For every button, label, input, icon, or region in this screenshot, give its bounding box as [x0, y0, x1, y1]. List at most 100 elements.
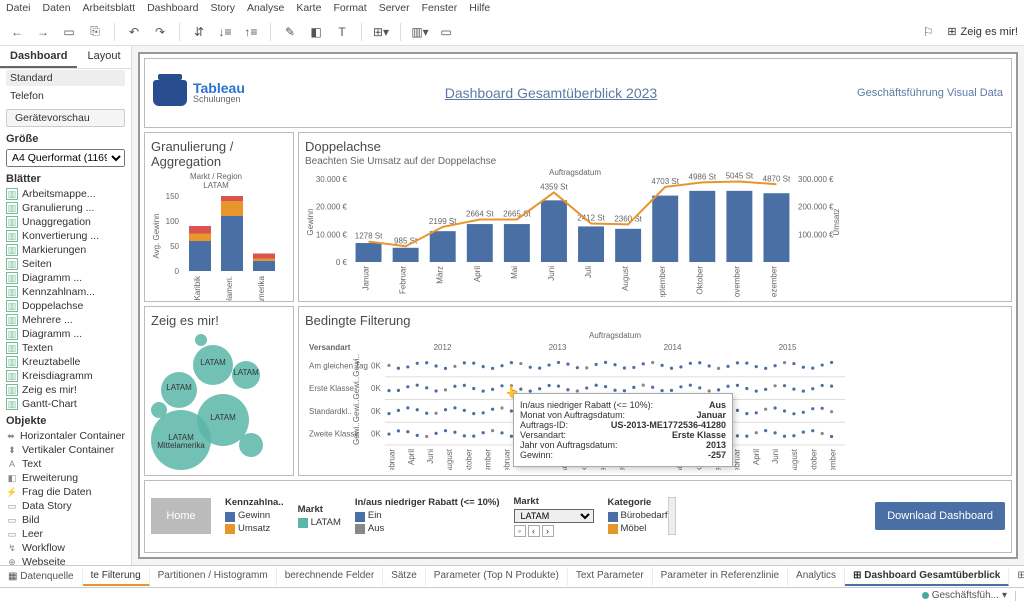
tab-dashboard[interactable]: Dashboard — [0, 46, 77, 68]
sheet-item[interactable]: ▥Texten — [0, 341, 131, 355]
markt-select[interactable]: LATAM — [514, 509, 594, 523]
sheet-tab[interactable]: ⊞ Dashboard Newelements — [1009, 567, 1024, 586]
sheet-item[interactable]: ▥Mehrere ... — [0, 313, 131, 327]
sheet-item[interactable]: ▥Kreisdiagramm — [0, 369, 131, 383]
sheet-item[interactable]: ▥Seiten — [0, 257, 131, 271]
logo-text-2: Schulungen — [193, 95, 245, 104]
object-item[interactable]: ⬍Vertikaler Container — [0, 443, 131, 457]
swap-icon[interactable]: ⇵ — [188, 21, 210, 43]
show-me-button[interactable]: ⊞ Zeig es mir! — [947, 25, 1018, 38]
doppelachse-chart[interactable]: Auftragsdatum0 €10.000 €20.000 €30.000 €… — [305, 167, 845, 297]
bubble-chart[interactable]: LATAMMittelamerikaLATAMLATAMLATAMLATAM — [151, 330, 281, 470]
guide-icon[interactable]: ⚐ — [917, 21, 939, 43]
device-preview-button[interactable]: Gerätevorschau — [6, 109, 125, 127]
menu-karte[interactable]: Karte — [296, 2, 321, 16]
tab-layout[interactable]: Layout — [77, 46, 130, 68]
size-select[interactable]: A4 Querformat (1169 x 827) — [6, 149, 125, 167]
sheet-tab[interactable]: Analytics — [788, 567, 845, 586]
sort-asc-icon[interactable]: ↓≡ — [214, 21, 236, 43]
menu-dashboard[interactable]: Dashboard — [147, 2, 198, 16]
worksheet-icon: ▥ — [6, 314, 18, 326]
sheet-item[interactable]: ▥Diagramm ... — [0, 327, 131, 341]
size-title: Größe — [0, 129, 131, 147]
worksheet-icon: ▥ — [6, 342, 18, 354]
object-icon: A — [6, 458, 18, 470]
undo-icon[interactable]: ↶ — [123, 21, 145, 43]
object-item[interactable]: ⬌Horizontaler Container — [0, 429, 131, 443]
menu-datei[interactable]: Datei — [6, 2, 31, 16]
tooltip: In/aus niedriger Rabatt (<= 10%):Aus Mon… — [513, 393, 733, 467]
sheet-item[interactable]: ▥Granulierung ... — [0, 201, 131, 215]
sheet-item[interactable]: ▥Konvertierung ... — [0, 229, 131, 243]
status-bar: Geschäftsfüh...▾ — [0, 587, 1024, 603]
svg-text:30.000 €: 30.000 € — [316, 175, 348, 184]
worksheet-icon: ▥ — [6, 202, 18, 214]
fit-icon[interactable]: ⊞▾ — [370, 21, 392, 43]
menu-story[interactable]: Story — [210, 2, 235, 16]
sheet-tab[interactable]: Sätze — [383, 567, 426, 586]
sheet-tabs: ▦ Datenquelle te FilterungPartitionen / … — [0, 565, 1024, 587]
sort-desc-icon[interactable]: ↑≡ — [240, 21, 262, 43]
download-button[interactable]: Download Dashboard — [875, 502, 1005, 530]
object-icon: ▭ — [6, 500, 18, 512]
sheet-item[interactable]: ▥Doppelachse — [0, 299, 131, 313]
forward-icon[interactable]: → — [32, 21, 54, 43]
show-cards-icon[interactable]: ▥▾ — [409, 21, 431, 43]
sheet-tab[interactable]: Parameter (Top N Produkte) — [426, 567, 568, 586]
menu-hilfe[interactable]: Hilfe — [469, 2, 490, 16]
svg-text:Mittelamerika: Mittelamerika — [157, 441, 205, 450]
menu-fenster[interactable]: Fenster — [422, 2, 458, 16]
home-button[interactable]: Home — [151, 498, 211, 534]
sheet-item[interactable]: ▥Markierungen — [0, 243, 131, 257]
toolbar: ← → ▭ ⎘ ↶ ↷ ⇵ ↓≡ ↑≡ ✎ ◧ T ⊞▾ ▥▾ ▭ ⚐ ⊞ Ze… — [0, 18, 1024, 46]
sheet-tab[interactable]: Parameter in Referenzlinie — [653, 567, 788, 586]
status-connection[interactable]: Geschäftsfüh...▾ — [922, 590, 1007, 601]
object-item[interactable]: ▭Leer — [0, 527, 131, 541]
group-icon[interactable]: ◧ — [305, 21, 327, 43]
menu-analyse[interactable]: Analyse — [247, 2, 284, 16]
text-icon[interactable]: T — [331, 21, 353, 43]
sheet-item[interactable]: ▥Kennzahlnam... — [0, 285, 131, 299]
menu-format[interactable]: Format — [333, 2, 366, 16]
menu-server[interactable]: Server — [379, 2, 410, 16]
object-item[interactable]: ⚡Frag die Daten — [0, 485, 131, 499]
object-item[interactable]: ↯Workflow — [0, 541, 131, 555]
sheet-item[interactable]: ▥Unaggregation — [0, 215, 131, 229]
device-standard[interactable]: Standard — [6, 70, 125, 86]
redo-icon[interactable]: ↷ — [149, 21, 171, 43]
presentation-icon[interactable]: ▭ — [435, 21, 457, 43]
new-datasource-icon[interactable]: ⎘ — [84, 21, 106, 43]
sheet-tab[interactable]: te Filterung — [83, 567, 150, 586]
pager[interactable]: ◦‹› — [514, 525, 594, 537]
save-icon[interactable]: ▭ — [58, 21, 80, 43]
sheet-tab[interactable]: Partitionen / Histogramm — [150, 567, 277, 586]
highlight-icon[interactable]: ✎ — [279, 21, 301, 43]
sheet-item[interactable]: ▥Diagramm ... — [0, 271, 131, 285]
svg-text:April: April — [473, 265, 482, 281]
sheet-tab[interactable]: ⊞ Dashboard Gesamtüberblick — [845, 567, 1009, 586]
svg-text:Februar: Februar — [388, 448, 397, 469]
object-item[interactable]: ◧Erweiterung — [0, 471, 131, 485]
object-item[interactable]: ⊕Webseite — [0, 555, 131, 565]
back-icon[interactable]: ← — [6, 21, 28, 43]
svg-text:August: August — [790, 448, 799, 470]
menu-daten[interactable]: Daten — [43, 2, 71, 16]
sheet-item[interactable]: ▥Gantt-Chart — [0, 397, 131, 411]
menu-arbeitsblatt[interactable]: Arbeitsblatt — [83, 2, 136, 16]
object-item[interactable]: AText — [0, 457, 131, 471]
sheet-item[interactable]: ▥Zeig es mir! — [0, 383, 131, 397]
dashboard-title[interactable]: Dashboard Gesamtüberblick 2023 — [445, 85, 657, 101]
object-item[interactable]: ▭Data Story — [0, 499, 131, 513]
svg-text:Mai: Mai — [510, 265, 519, 278]
sheet-tab[interactable]: Text Parameter — [568, 567, 653, 586]
menu-bar: Datei Daten Arbeitsblatt Dashboard Story… — [0, 0, 1024, 18]
worksheet-icon: ▥ — [6, 230, 18, 242]
sheet-item[interactable]: ▥Kreuztabelle — [0, 355, 131, 369]
object-item[interactable]: ▭Bild — [0, 513, 131, 527]
object-icon: ▭ — [6, 528, 18, 540]
sheet-item[interactable]: ▥Arbeitsmappe... — [0, 187, 131, 201]
granulation-chart[interactable]: Markt / RegionLATAMAvg. Gewinn050100150K… — [151, 171, 281, 301]
tab-datasource[interactable]: ▦ Datenquelle — [0, 568, 83, 585]
device-phone[interactable]: Telefon — [6, 88, 125, 104]
sheet-tab[interactable]: berechnende Felder — [277, 567, 384, 586]
